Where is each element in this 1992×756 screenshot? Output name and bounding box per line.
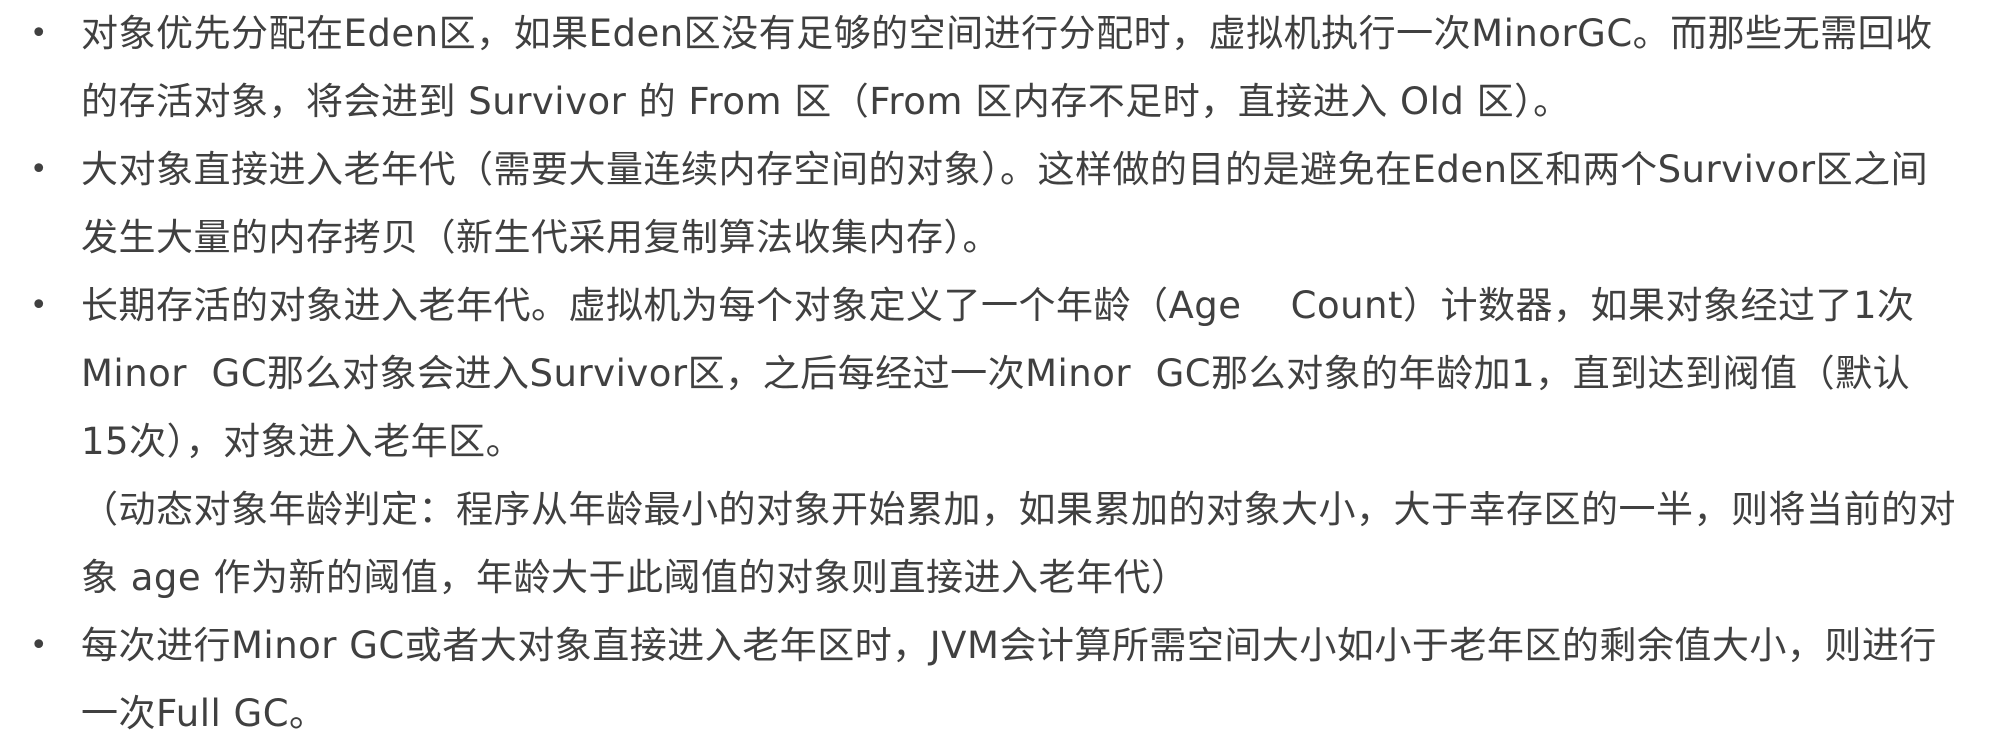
bullet-icon: • xyxy=(29,288,49,323)
bullet-list: • 对象优先分配在Eden区，如果Eden区没有足够的空间进行分配时，虚拟机执行… xyxy=(0,0,1992,748)
bullet-icon: • xyxy=(29,628,49,663)
list-item: • 每次进行Minor GC或者大对象直接进入老年区时，JVM会计算所需空间大小… xyxy=(0,612,1992,748)
bullet-icon: • xyxy=(29,152,49,187)
list-item-text: 对象优先分配在Eden区，如果Eden区没有足够的空间进行分配时，虚拟机执行一次… xyxy=(81,12,1933,123)
list-item: • 长期存活的对象进入老年代。虚拟机为每个对象定义了一个年龄（Age Count… xyxy=(0,272,1992,612)
list-item-text: 长期存活的对象进入老年代。虚拟机为每个对象定义了一个年龄（Age Count）计… xyxy=(81,284,1915,463)
bullet-icon: • xyxy=(29,16,49,51)
list-item: • 大对象直接进入老年代（需要大量连续内存空间的对象）。这样做的目的是避免在Ed… xyxy=(0,136,1992,272)
list-item: • 对象优先分配在Eden区，如果Eden区没有足够的空间进行分配时，虚拟机执行… xyxy=(0,0,1992,136)
document-body: • 对象优先分配在Eden区，如果Eden区没有足够的空间进行分配时，虚拟机执行… xyxy=(0,0,1992,756)
list-item-text: 每次进行Minor GC或者大对象直接进入老年区时，JVM会计算所需空间大小如小… xyxy=(81,624,1937,735)
list-item-note: （动态对象年龄判定：程序从年龄最小的对象开始累加，如果累加的对象大小，大于幸存区… xyxy=(81,488,1956,599)
list-item-text: 大对象直接进入老年代（需要大量连续内存空间的对象）。这样做的目的是避免在Eden… xyxy=(81,148,1929,259)
